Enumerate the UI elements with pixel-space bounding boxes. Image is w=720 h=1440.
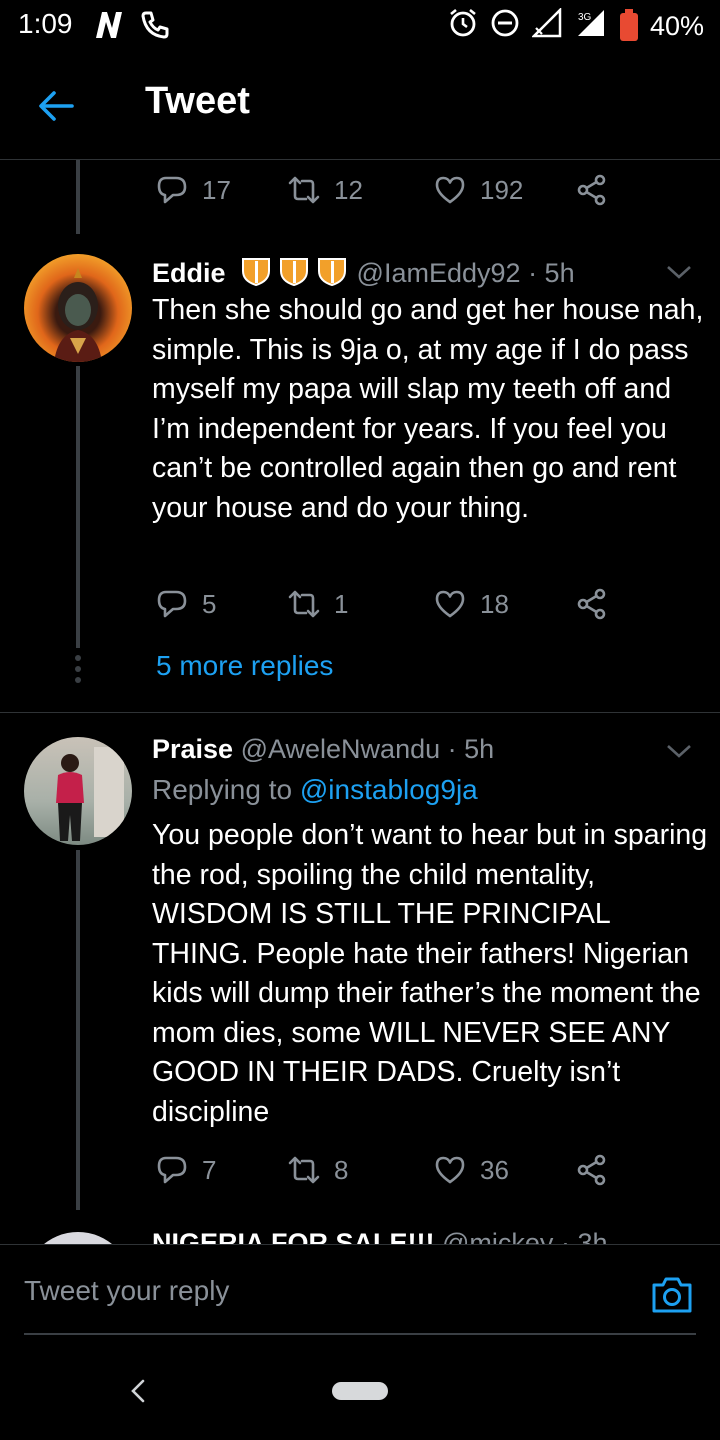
- phone-call-icon: [140, 10, 170, 45]
- home-pill[interactable]: [332, 1382, 388, 1400]
- partial-tweet: NIGERIA FOR SALE!!! @mickey · 3h: [0, 1224, 720, 1244]
- retweet-button[interactable]: 8: [288, 1154, 434, 1186]
- shield-badge-icon: [239, 255, 349, 294]
- display-name[interactable]: Praise: [152, 734, 233, 764]
- share-icon: [577, 588, 606, 620]
- avatar[interactable]: [24, 254, 132, 362]
- replying-to: Replying to @instablog9ja: [152, 774, 478, 805]
- reply-button[interactable]: 5: [156, 588, 288, 620]
- reply-bar: Tweet your reply: [0, 1244, 720, 1341]
- retweet-icon: [288, 1156, 320, 1184]
- battery-icon: [619, 8, 638, 41]
- more-replies-dots: [74, 654, 82, 684]
- thread-line: [76, 850, 80, 1210]
- reply-icon: [157, 176, 187, 204]
- thread-line: [76, 366, 80, 648]
- thread-line: [76, 160, 80, 234]
- netflix-notification-icon: [92, 10, 126, 45]
- share-icon: [577, 174, 606, 206]
- avatar-image: [54, 268, 102, 362]
- tweet-actions: 7 8 36: [156, 1150, 608, 1190]
- reply-button[interactable]: 17: [156, 174, 288, 206]
- alarm-icon: [448, 8, 478, 45]
- reply-underline: [24, 1333, 696, 1335]
- tweet-actions: 17 12 192: [156, 170, 608, 210]
- battery-percent: 40%: [649, 11, 704, 41]
- retweet-button[interactable]: 12: [288, 174, 434, 206]
- status-time: 1:09: [18, 8, 73, 39]
- replying-to-link[interactable]: @instablog9ja: [300, 774, 478, 805]
- signal-no-data-icon: [530, 6, 562, 45]
- svg-text:3G: 3G: [578, 12, 592, 23]
- camera-icon[interactable]: [650, 1275, 694, 1315]
- divider: [0, 712, 720, 713]
- handle[interactable]: @AweleNwandu: [241, 734, 441, 764]
- signal-3g-icon: 3G: [574, 8, 608, 45]
- avatar[interactable]: [24, 1232, 132, 1244]
- chevron-down-icon[interactable]: [664, 741, 694, 761]
- back-arrow-icon[interactable]: [36, 86, 76, 126]
- like-button[interactable]: 192: [434, 174, 576, 206]
- status-bar: 1:09 3G 40%: [0, 0, 720, 52]
- retweet-icon: [288, 176, 320, 204]
- reply-button[interactable]: 7: [156, 1154, 288, 1186]
- tweet-text: You people don’t want to hear but in spa…: [152, 819, 708, 1128]
- retweet-icon: [288, 590, 320, 618]
- heart-icon: [435, 590, 465, 618]
- heart-icon: [435, 1156, 465, 1184]
- share-button[interactable]: [576, 588, 608, 620]
- avatar[interactable]: [24, 737, 132, 845]
- handle[interactable]: @IamEddy92: [357, 258, 521, 288]
- tweet-header: Eddie @IamEddy92 · 5h: [152, 255, 575, 294]
- share-icon: [577, 1154, 606, 1186]
- reply-icon: [157, 590, 187, 618]
- share-button[interactable]: [576, 174, 608, 206]
- avatar-image: [56, 747, 124, 841]
- nav-back-icon[interactable]: [128, 1378, 148, 1404]
- more-replies-link[interactable]: 5 more replies: [156, 650, 333, 682]
- timestamp: · 5h: [447, 734, 495, 764]
- do-not-disturb-icon: [490, 8, 520, 45]
- reply-icon: [157, 1156, 187, 1184]
- tweet-header: Praise @AweleNwandu · 5h: [152, 734, 494, 765]
- display-name[interactable]: Eddie: [152, 258, 226, 288]
- page-title: Tweet: [145, 80, 250, 122]
- share-button[interactable]: [576, 1154, 608, 1186]
- heart-icon: [435, 176, 465, 204]
- reply-input[interactable]: Tweet your reply: [24, 1275, 229, 1307]
- header: Tweet: [0, 52, 720, 160]
- chevron-down-icon[interactable]: [664, 262, 694, 282]
- like-button[interactable]: 18: [434, 588, 576, 620]
- tweet-text: Then she should go and get her house nah…: [152, 294, 704, 524]
- timestamp: · 5h: [528, 258, 575, 288]
- system-nav-bar: [0, 1340, 720, 1440]
- tweet-actions: 5 1 18: [156, 584, 608, 624]
- retweet-button[interactable]: 1: [288, 588, 434, 620]
- like-button[interactable]: 36: [434, 1154, 576, 1186]
